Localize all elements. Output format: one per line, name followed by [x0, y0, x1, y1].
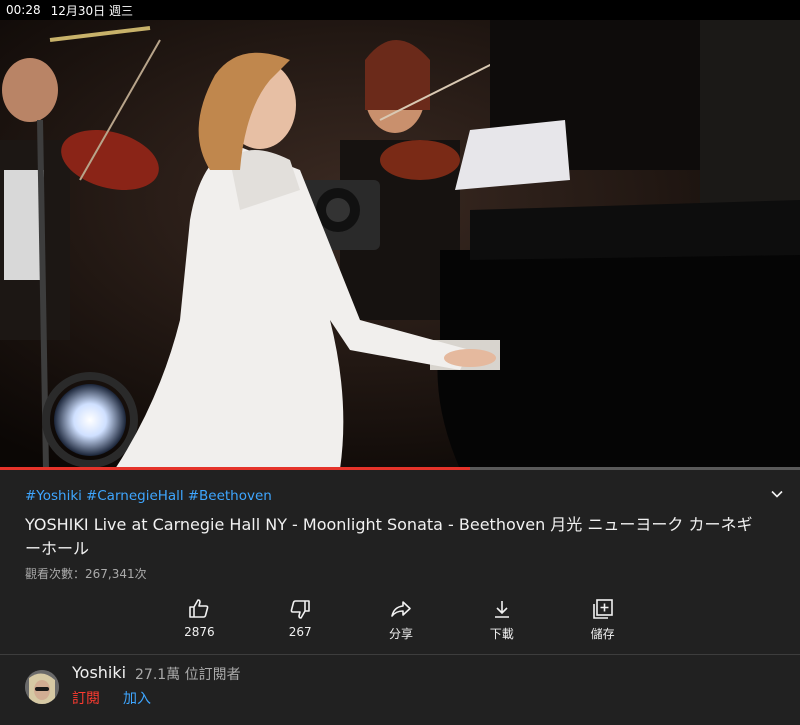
video-frame [0, 20, 800, 469]
status-bar: 00:28 12月30日 週三 [0, 0, 800, 20]
hashtag-list: #Yoshiki #CarnegieHall #Beethoven [25, 488, 276, 504]
like-button[interactable]: 2876 [149, 597, 250, 643]
dislike-count: 267 [288, 625, 312, 639]
video-player[interactable] [0, 20, 800, 469]
join-button[interactable]: 加入 [123, 688, 151, 708]
save-label: 儲存 [590, 627, 615, 641]
hashtag-link[interactable]: #Beethoven [188, 488, 272, 504]
save-button[interactable]: 儲存 [552, 597, 653, 643]
status-date: 12月30日 週三 [50, 3, 133, 18]
thumbs-up-icon [189, 599, 209, 618]
like-count: 2876 [184, 625, 215, 639]
thumbs-down-icon [290, 600, 310, 619]
channel-row: Yoshiki 27.1萬 位訂閱者 訂閱 加入 [0, 655, 800, 725]
download-icon [494, 601, 509, 618]
video-info: #Yoshiki #CarnegieHall #Beethoven YOSHIKI … [0, 470, 800, 654]
share-icon [391, 601, 411, 617]
channel-name[interactable]: Yoshiki [72, 663, 126, 682]
subscribe-button[interactable]: 訂閱 [72, 688, 100, 708]
status-time: 00:28 [6, 3, 41, 17]
subscriber-count: 27.1萬 位訂閱者 [135, 667, 241, 683]
download-button[interactable]: 下載 [451, 597, 552, 643]
channel-avatar-image [25, 670, 59, 704]
hashtag-link[interactable]: #Yoshiki [25, 488, 82, 504]
share-label: 分享 [388, 627, 413, 641]
chevron-down-icon[interactable] [770, 487, 784, 501]
share-button[interactable]: 分享 [351, 597, 452, 643]
download-label: 下載 [489, 627, 514, 641]
action-bar: 2876 267 分享 下載 儲存 [149, 597, 653, 643]
video-title: YOSHIKI Live at Carnegie Hall NY - Moonl… [25, 515, 753, 558]
avatar[interactable] [25, 670, 59, 704]
hashtag-link[interactable]: #CarnegieHall [86, 488, 184, 504]
view-count: 觀看次數：267,341次 [25, 567, 147, 581]
dislike-button[interactable]: 267 [250, 597, 351, 643]
save-playlist-icon [592, 599, 613, 619]
